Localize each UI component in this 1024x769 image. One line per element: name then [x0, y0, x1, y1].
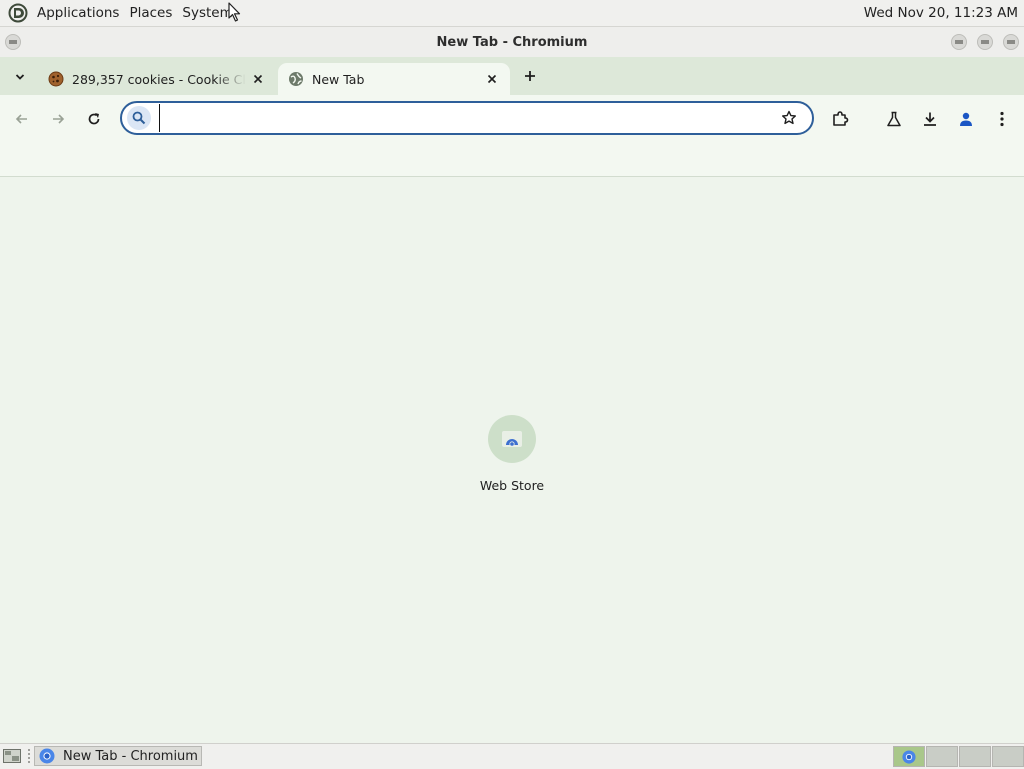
shortcut-tile[interactable] — [488, 415, 536, 463]
tab-title: New Tab — [312, 71, 365, 87]
tab-title: 289,357 cookies - Cookie Clicker — [72, 71, 246, 87]
panel-menu-bar: Applications Places System — [0, 0, 238, 26]
chevron-down-icon — [15, 74, 25, 80]
profile-button[interactable] — [954, 107, 978, 131]
tab-search-button[interactable] — [10, 67, 30, 87]
panel-drag-handle[interactable] — [27, 748, 31, 764]
browser-toolbar — [0, 95, 1024, 143]
reload-button[interactable] — [82, 107, 106, 131]
labs-button[interactable] — [882, 107, 906, 131]
plus-icon — [525, 71, 535, 81]
close-tab-icon[interactable] — [484, 71, 500, 87]
new-tab-page: Web Store — [0, 177, 1024, 743]
maximize-window-button[interactable] — [977, 34, 993, 50]
chromium-icon — [902, 749, 916, 764]
taskbar-window-label: New Tab - Chromium — [63, 748, 198, 764]
window-menu-icon[interactable] — [5, 34, 21, 50]
workspace-3[interactable] — [959, 746, 991, 767]
arrow-left-icon — [15, 114, 27, 124]
globe-icon — [288, 71, 304, 87]
applications-menu[interactable]: Applications — [32, 0, 124, 26]
mouse-cursor-icon — [228, 2, 241, 22]
workspace-1[interactable] — [893, 746, 925, 767]
desktop-icon — [3, 749, 21, 763]
workspace-4[interactable] — [992, 746, 1024, 767]
tab-strip: 289,357 cookies - Cookie Clicker New Tab — [0, 57, 1024, 95]
bookmark-star-icon[interactable] — [778, 107, 800, 129]
web-store-icon — [502, 431, 522, 447]
shortcut-label: Web Store — [479, 478, 545, 493]
chrome-menu-button[interactable] — [990, 107, 1014, 131]
chromium-icon — [39, 748, 55, 764]
tab-cookie-clicker[interactable]: 289,357 cookies - Cookie Clicker — [38, 63, 276, 95]
address-bar[interactable] — [120, 101, 814, 135]
top-panel: Applications Places System Wed Nov 20, 1… — [0, 0, 1024, 27]
search-icon — [127, 106, 151, 130]
back-button[interactable] — [10, 107, 34, 131]
bookmarks-bar — [0, 143, 1024, 177]
close-window-button[interactable] — [1003, 34, 1019, 50]
window-title: New Tab - Chromium — [436, 34, 588, 50]
panel-clock[interactable]: Wed Nov 20, 11:23 AM — [864, 0, 1018, 26]
close-tab-icon[interactable] — [250, 71, 266, 87]
places-menu[interactable]: Places — [124, 0, 177, 26]
puzzle-piece-icon — [833, 111, 849, 126]
profile-avatar-icon — [960, 112, 972, 126]
forward-button[interactable] — [46, 107, 70, 131]
reload-icon — [88, 113, 100, 125]
kebab-menu-icon — [1000, 111, 1004, 127]
window-titlebar[interactable]: New Tab - Chromium — [0, 27, 1024, 57]
arrow-right-icon — [53, 114, 65, 124]
show-desktop-button[interactable] — [2, 747, 22, 765]
bottom-panel: New Tab - Chromium — [0, 743, 1024, 769]
extensions-button[interactable] — [828, 107, 852, 131]
new-tab-button[interactable] — [520, 66, 540, 86]
flask-icon — [887, 111, 901, 127]
distro-logo-icon[interactable] — [8, 3, 28, 23]
download-icon — [924, 112, 936, 126]
tab-new-tab[interactable]: New Tab — [278, 63, 510, 95]
address-input[interactable] — [159, 104, 778, 132]
minimize-window-button[interactable] — [951, 34, 967, 50]
taskbar-window-button[interactable]: New Tab - Chromium — [34, 746, 202, 766]
workspace-2[interactable] — [926, 746, 958, 767]
cookie-icon — [48, 71, 64, 87]
shortcut-web-store[interactable]: Web Store — [462, 415, 562, 505]
downloads-button[interactable] — [918, 107, 942, 131]
